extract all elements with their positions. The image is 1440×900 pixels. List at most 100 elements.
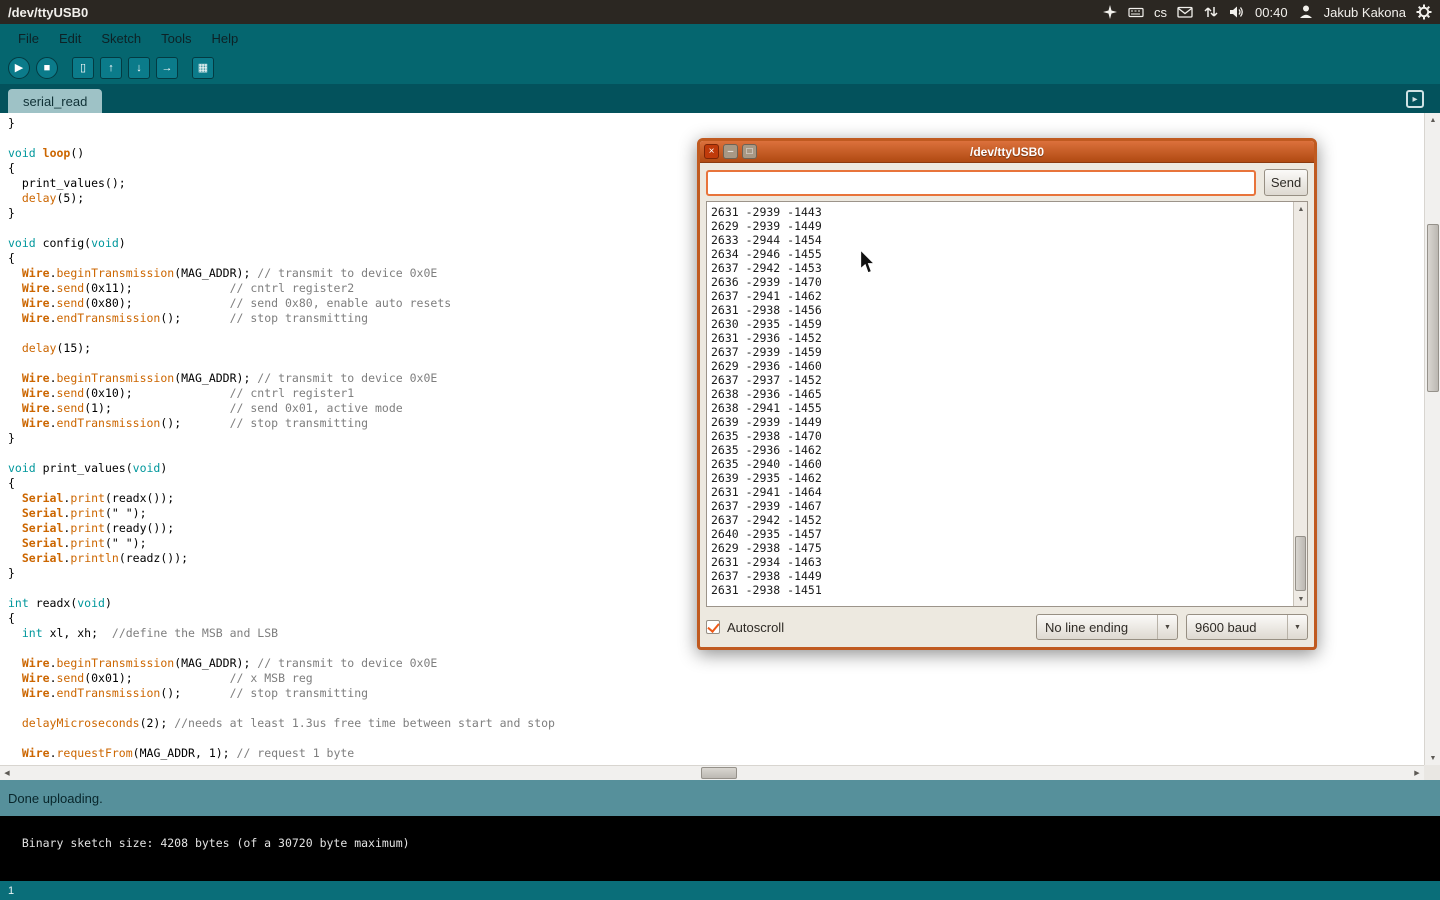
new-sketch-icon: ▯ [80, 63, 86, 74]
user-icon[interactable] [1298, 4, 1314, 20]
menu-help[interactable]: Help [201, 26, 248, 51]
baud-rate-dropdown[interactable]: 9600 baud ▼ [1186, 614, 1308, 640]
menu-tools[interactable]: Tools [151, 26, 201, 51]
serial-monitor-icon: ▦ [198, 63, 208, 74]
chevron-down-icon: ▼ [1287, 615, 1307, 639]
serial-monitor-window: × – □ /dev/ttyUSB0 Send 2631 -2939 -1443… [697, 138, 1317, 650]
serial-output-scrollbar[interactable]: ▲ ▼ [1293, 202, 1307, 606]
network-icon[interactable] [1203, 4, 1219, 20]
menu-file[interactable]: File [8, 26, 49, 51]
send-button[interactable]: Send [1264, 169, 1308, 196]
verify-button[interactable]: ▶ [8, 57, 30, 79]
keyboard-layout-icon[interactable] [1128, 4, 1144, 20]
serial-output-text: 2631 -2939 -14432629 -2939 -14492633 -29… [711, 205, 1291, 606]
serial-line: 2631 -2938 -1456 [711, 303, 1291, 317]
system-panel: /dev/ttyUSB0 cs [0, 0, 1440, 24]
serial-monitor-body: Send 2631 -2939 -14432629 -2939 -1449263… [700, 163, 1314, 647]
window-maximize-button[interactable]: □ [742, 144, 757, 159]
editor-vscroll-thumb[interactable] [1427, 224, 1439, 392]
username-label[interactable]: Jakub Kakona [1324, 5, 1406, 20]
serial-monitor-titlebar[interactable]: × – □ /dev/ttyUSB0 [700, 141, 1314, 163]
tab-serial-read[interactable]: serial_read [8, 89, 102, 113]
scroll-up-arrow[interactable]: ▲ [1426, 113, 1440, 127]
upload-icon: → [162, 63, 173, 74]
serial-line: 2637 -2939 -1459 [711, 345, 1291, 359]
chevron-down-icon: ▼ [1157, 615, 1177, 639]
serial-line: 2637 -2937 -1452 [711, 373, 1291, 387]
serial-line: 2629 -2936 -1460 [711, 359, 1291, 373]
tab-menu-button[interactable]: ▸ [1406, 90, 1424, 108]
serial-line: 2639 -2935 -1462 [711, 471, 1291, 485]
upload-button[interactable]: → [156, 57, 178, 79]
open-button[interactable]: ↑ [100, 57, 122, 79]
serial-line: 2640 -2935 -1457 [711, 527, 1291, 541]
serial-line: 2637 -2942 -1453 [711, 261, 1291, 275]
code-line: Wire.beginTransmission(MAG_ADDR); // tra… [8, 656, 1424, 671]
status-message: Done uploading. [8, 791, 103, 806]
serial-scroll-up-arrow[interactable]: ▲ [1294, 202, 1308, 216]
code-line: Wire.requestFrom(MAG_ADDR, 1); // reques… [8, 746, 1424, 761]
serial-output-area[interactable]: 2631 -2939 -14432629 -2939 -14492633 -29… [706, 201, 1308, 607]
serial-line: 2637 -2939 -1467 [711, 499, 1291, 513]
serial-line: 2631 -2939 -1443 [711, 205, 1291, 219]
volume-icon[interactable] [1229, 4, 1245, 20]
code-line [8, 731, 1424, 746]
serial-line: 2631 -2941 -1464 [711, 485, 1291, 499]
window-close-button[interactable]: × [704, 144, 719, 159]
system-tray: cs 00:40 Jakub Kakona [1102, 4, 1432, 20]
serial-line: 2631 -2934 -1463 [711, 555, 1291, 569]
code-line [8, 701, 1424, 716]
stop-button[interactable]: ■ [36, 57, 58, 79]
save-icon: ↓ [136, 63, 142, 74]
serial-scroll-down-arrow[interactable]: ▼ [1294, 592, 1308, 606]
stop-icon: ■ [44, 63, 51, 74]
console-output: Binary sketch size: 4208 bytes (of a 307… [0, 816, 1440, 881]
clock[interactable]: 00:40 [1255, 5, 1288, 20]
save-button[interactable]: ↓ [128, 57, 150, 79]
serial-line: 2638 -2936 -1465 [711, 387, 1291, 401]
menubar-items: FileEditSketchToolsHelp [8, 26, 248, 51]
code-line: Wire.send(0x01); // x MSB reg [8, 671, 1424, 686]
serial-line: 2639 -2939 -1449 [711, 415, 1291, 429]
baud-rate-value: 9600 baud [1187, 620, 1287, 635]
panel-window-title: /dev/ttyUSB0 [8, 5, 88, 20]
keyboard-layout-label[interactable]: cs [1154, 5, 1167, 20]
send-button-label: Send [1271, 175, 1301, 190]
editor-horizontal-scrollbar[interactable]: ◀ ▶ [0, 765, 1424, 780]
current-line-number: 1 [8, 885, 14, 897]
menu-sketch[interactable]: Sketch [91, 26, 151, 51]
menu-edit[interactable]: Edit [49, 26, 91, 51]
serial-send-input[interactable] [706, 170, 1256, 196]
line-ending-dropdown[interactable]: No line ending ▼ [1036, 614, 1178, 640]
serial-line: 2634 -2946 -1455 [711, 247, 1291, 261]
mail-icon[interactable] [1177, 4, 1193, 20]
new-sketch-button[interactable]: ▯ [72, 57, 94, 79]
serial-scroll-thumb[interactable] [1295, 536, 1306, 591]
maximize-icon: □ [746, 147, 752, 157]
scroll-down-arrow[interactable]: ▼ [1426, 751, 1440, 765]
serial-monitor-title: /dev/ttyUSB0 [700, 145, 1314, 159]
code-line: } [8, 116, 1424, 131]
serial-line: 2629 -2938 -1475 [711, 541, 1291, 555]
tabbar: serial_read ▸ [0, 84, 1440, 113]
code-line: delayMicroseconds(2); //needs at least 1… [8, 716, 1424, 731]
tab-label: serial_read [23, 94, 87, 109]
serial-line: 2636 -2939 -1470 [711, 275, 1291, 289]
open-icon: ↑ [108, 63, 114, 74]
window-minimize-button[interactable]: – [723, 144, 738, 159]
editor-hscroll-thumb[interactable] [701, 767, 737, 779]
autoscroll-checkbox[interactable] [706, 620, 720, 634]
editor-vertical-scrollbar[interactable]: ▲ ▼ [1424, 113, 1440, 765]
console-line: Binary sketch size: 4208 bytes (of a 307… [22, 836, 410, 850]
gear-icon[interactable] [1416, 4, 1432, 20]
menubar: FileEditSketchToolsHelp [0, 24, 1440, 52]
scroll-right-arrow[interactable]: ▶ [1410, 766, 1424, 780]
serial-line: 2637 -2941 -1462 [711, 289, 1291, 303]
scroll-left-arrow[interactable]: ◀ [0, 766, 14, 780]
serial-line: 2638 -2941 -1455 [711, 401, 1291, 415]
close-icon: × [709, 147, 715, 157]
indicator-icon[interactable] [1102, 4, 1118, 20]
serial-monitor-button[interactable]: ▦ [192, 57, 214, 79]
serial-line: 2631 -2936 -1452 [711, 331, 1291, 345]
serial-line: 2633 -2944 -1454 [711, 233, 1291, 247]
